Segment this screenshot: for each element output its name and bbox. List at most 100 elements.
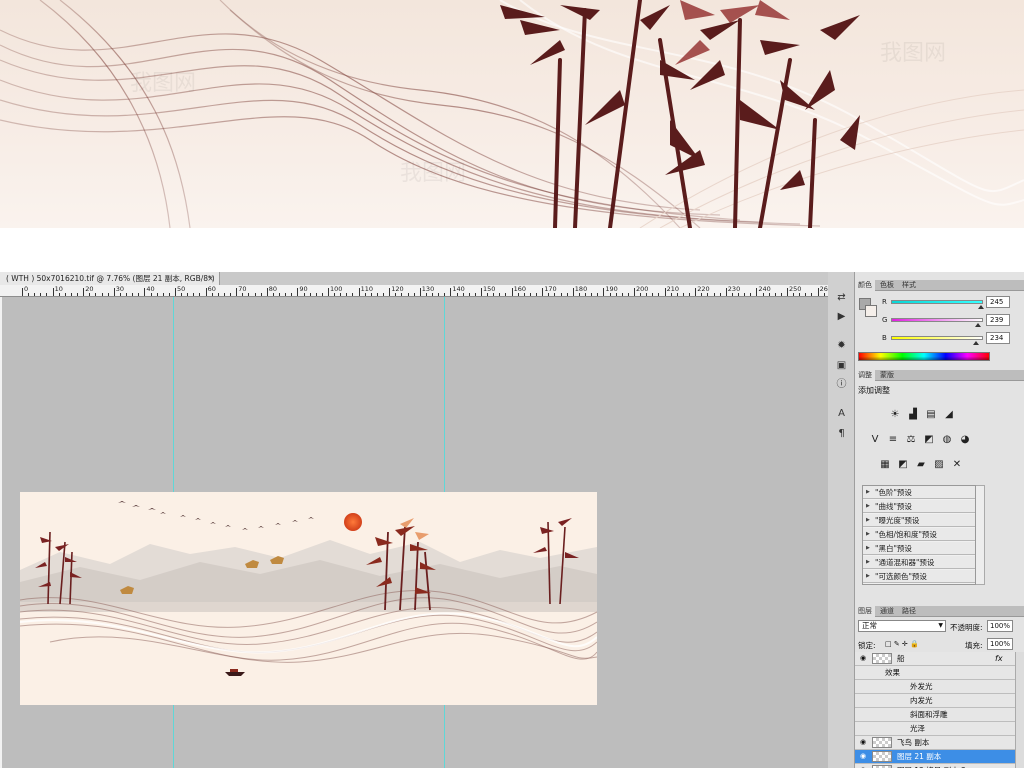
levels-icon[interactable]: ▟ <box>906 408 920 422</box>
ruler-minor-tick <box>230 293 232 296</box>
ruler-label: 90 <box>299 285 308 293</box>
ruler-minor-tick <box>162 293 164 296</box>
artboard[interactable] <box>20 492 597 705</box>
adjust-panel-title: 添加调整 <box>858 386 890 395</box>
character-icon[interactable]: A <box>833 406 850 421</box>
play-icon[interactable]: ▶ <box>833 309 850 324</box>
eye-icon[interactable]: ◉ <box>857 652 869 665</box>
layer-row[interactable]: 光泽 <box>855 722 1015 736</box>
tab-masks[interactable]: 蒙版 <box>877 370 897 381</box>
layer-row[interactable]: 内发光 <box>855 694 1015 708</box>
ruler-label: 40 <box>146 285 155 293</box>
background-color-swatch[interactable] <box>865 305 877 317</box>
document-tab[interactable]: ( WTH ) 50x7016210.tif @ 7.76% (图层 21 副本… <box>0 272 220 285</box>
ruler-minor-tick <box>744 293 746 296</box>
layers-scrollbar[interactable] <box>1015 652 1024 768</box>
canvas-area[interactable] <box>2 297 828 768</box>
eye-icon[interactable]: ◉ <box>857 764 869 768</box>
ruler-minor-tick <box>407 293 409 296</box>
gradient-map-icon[interactable]: ▨ <box>932 458 946 472</box>
preset-item[interactable]: "曲线"预设 <box>863 500 975 513</box>
swap-icon[interactable]: ⇄ <box>833 290 850 305</box>
photo-filter-icon[interactable]: ◍ <box>940 433 954 447</box>
ruler-minor-tick <box>438 293 440 296</box>
ruler-minor-tick <box>627 293 629 296</box>
layer-row[interactable]: ◉ 图层 21 副本 <box>855 750 1015 764</box>
fill-field[interactable]: 100% <box>987 638 1013 650</box>
preset-item[interactable]: "色阶"预设 <box>863 486 975 499</box>
image-icon[interactable]: ▣ <box>833 358 850 373</box>
tab-layers[interactable]: 图层 <box>855 606 875 617</box>
tab-channels[interactable]: 通道 <box>877 606 897 617</box>
info-icon[interactable]: ⓘ <box>833 377 850 392</box>
value-field-g[interactable]: 239 <box>986 314 1010 326</box>
ruler-horizontal[interactable]: 0 10 20 30 40 50 60 70 80 90 100 110 120 130 140 150 160… <box>0 285 828 297</box>
channel-mixer-icon[interactable]: ◕ <box>958 433 972 447</box>
ruler-label: 140 <box>452 285 465 293</box>
hue-saturation-icon[interactable]: ≡ <box>886 433 900 447</box>
layer-row[interactable]: ◉ 飞鸟 副本 <box>855 736 1015 750</box>
ruler-tick <box>450 288 452 296</box>
ruler-label: 30 <box>115 285 125 293</box>
tab-paths[interactable]: 路径 <box>899 606 919 617</box>
eye-icon[interactable]: ◉ <box>857 736 869 749</box>
color-spectrum[interactable] <box>858 352 990 361</box>
ruler-minor-tick <box>689 293 691 296</box>
blend-mode-select[interactable]: 正常 ▼ <box>858 620 946 632</box>
tab-adjustments[interactable]: 调整 <box>855 370 875 381</box>
posterize-icon[interactable]: ◩ <box>896 458 910 472</box>
layer-name: 船 <box>897 654 905 663</box>
preset-item[interactable]: "通道混和器"预设 <box>863 556 975 569</box>
lock-icons[interactable]: □ ✎ ✛ 🔒 <box>885 640 919 648</box>
fx-icon[interactable]: fx <box>995 652 1003 665</box>
preset-item[interactable]: "黑白"预设 <box>863 542 975 555</box>
slider-b[interactable] <box>891 336 983 345</box>
sun-icon[interactable]: ✹ <box>833 338 850 353</box>
ruler-minor-tick <box>823 293 825 296</box>
ruler-minor-tick <box>719 293 721 296</box>
layer-row[interactable]: ◉ 船 fx <box>855 652 1015 666</box>
preset-item[interactable]: "曝光度"预设 <box>863 514 975 527</box>
exposure-icon[interactable]: ◢ <box>942 408 956 422</box>
color-balance-icon[interactable]: ⚖ <box>904 433 918 447</box>
document-tab-title: ( WTH ) 50x7016210.tif @ 7.76% (图层 21 副本… <box>6 274 215 283</box>
paragraph-icon[interactable]: ¶ <box>833 426 850 441</box>
value-field-b[interactable]: 234 <box>986 332 1010 344</box>
ruler-tick <box>113 288 115 296</box>
ruler-minor-tick <box>517 293 519 296</box>
layer-row[interactable]: 外发光 <box>855 680 1015 694</box>
tab-swatches[interactable]: 色板 <box>877 280 897 291</box>
preset-item[interactable]: "色相/饱和度"预设 <box>863 528 975 541</box>
ruler-minor-tick <box>126 293 128 296</box>
tab-color[interactable]: 颜色 <box>855 280 875 291</box>
layer-row[interactable]: 斜面和浮雕 <box>855 708 1015 722</box>
vibrance-icon[interactable]: V <box>868 433 882 447</box>
value-field-r[interactable]: 245 <box>986 296 1010 308</box>
invert-icon[interactable]: ▦ <box>878 458 892 472</box>
close-icon[interactable]: × <box>207 272 214 285</box>
ruler-minor-tick <box>187 293 189 296</box>
opacity-field[interactable]: 100% <box>987 620 1013 632</box>
ruler-label: 120 <box>391 285 404 293</box>
ruler-minor-tick <box>799 293 801 296</box>
preset-scrollbar[interactable] <box>976 485 985 585</box>
preset-item[interactable]: "可选颜色"预设 <box>863 570 975 583</box>
white-gap <box>0 228 1024 272</box>
threshold-icon[interactable]: ▰ <box>914 458 928 472</box>
layer-row[interactable]: ◉ 图层 12 拷贝 副本 2 <box>855 764 1015 768</box>
ruler-minor-tick <box>444 293 446 296</box>
eye-icon[interactable]: ◉ <box>857 750 869 763</box>
tab-styles[interactable]: 样式 <box>899 280 919 291</box>
brightness-icon[interactable]: ☀ <box>888 408 902 422</box>
slider-r[interactable] <box>891 300 984 309</box>
tab-strip <box>220 272 828 285</box>
layer-name: 内发光 <box>910 696 933 705</box>
ruler-minor-tick <box>395 293 397 296</box>
slider-g[interactable] <box>891 318 983 327</box>
ruler-tick <box>511 288 513 296</box>
selective-color-icon[interactable]: ✕ <box>950 458 964 472</box>
layer-row[interactable]: 效果 <box>855 666 1015 680</box>
black-white-icon[interactable]: ◩ <box>922 433 936 447</box>
ruler-label: 110 <box>360 285 374 293</box>
curves-icon[interactable]: ▤ <box>924 408 938 422</box>
